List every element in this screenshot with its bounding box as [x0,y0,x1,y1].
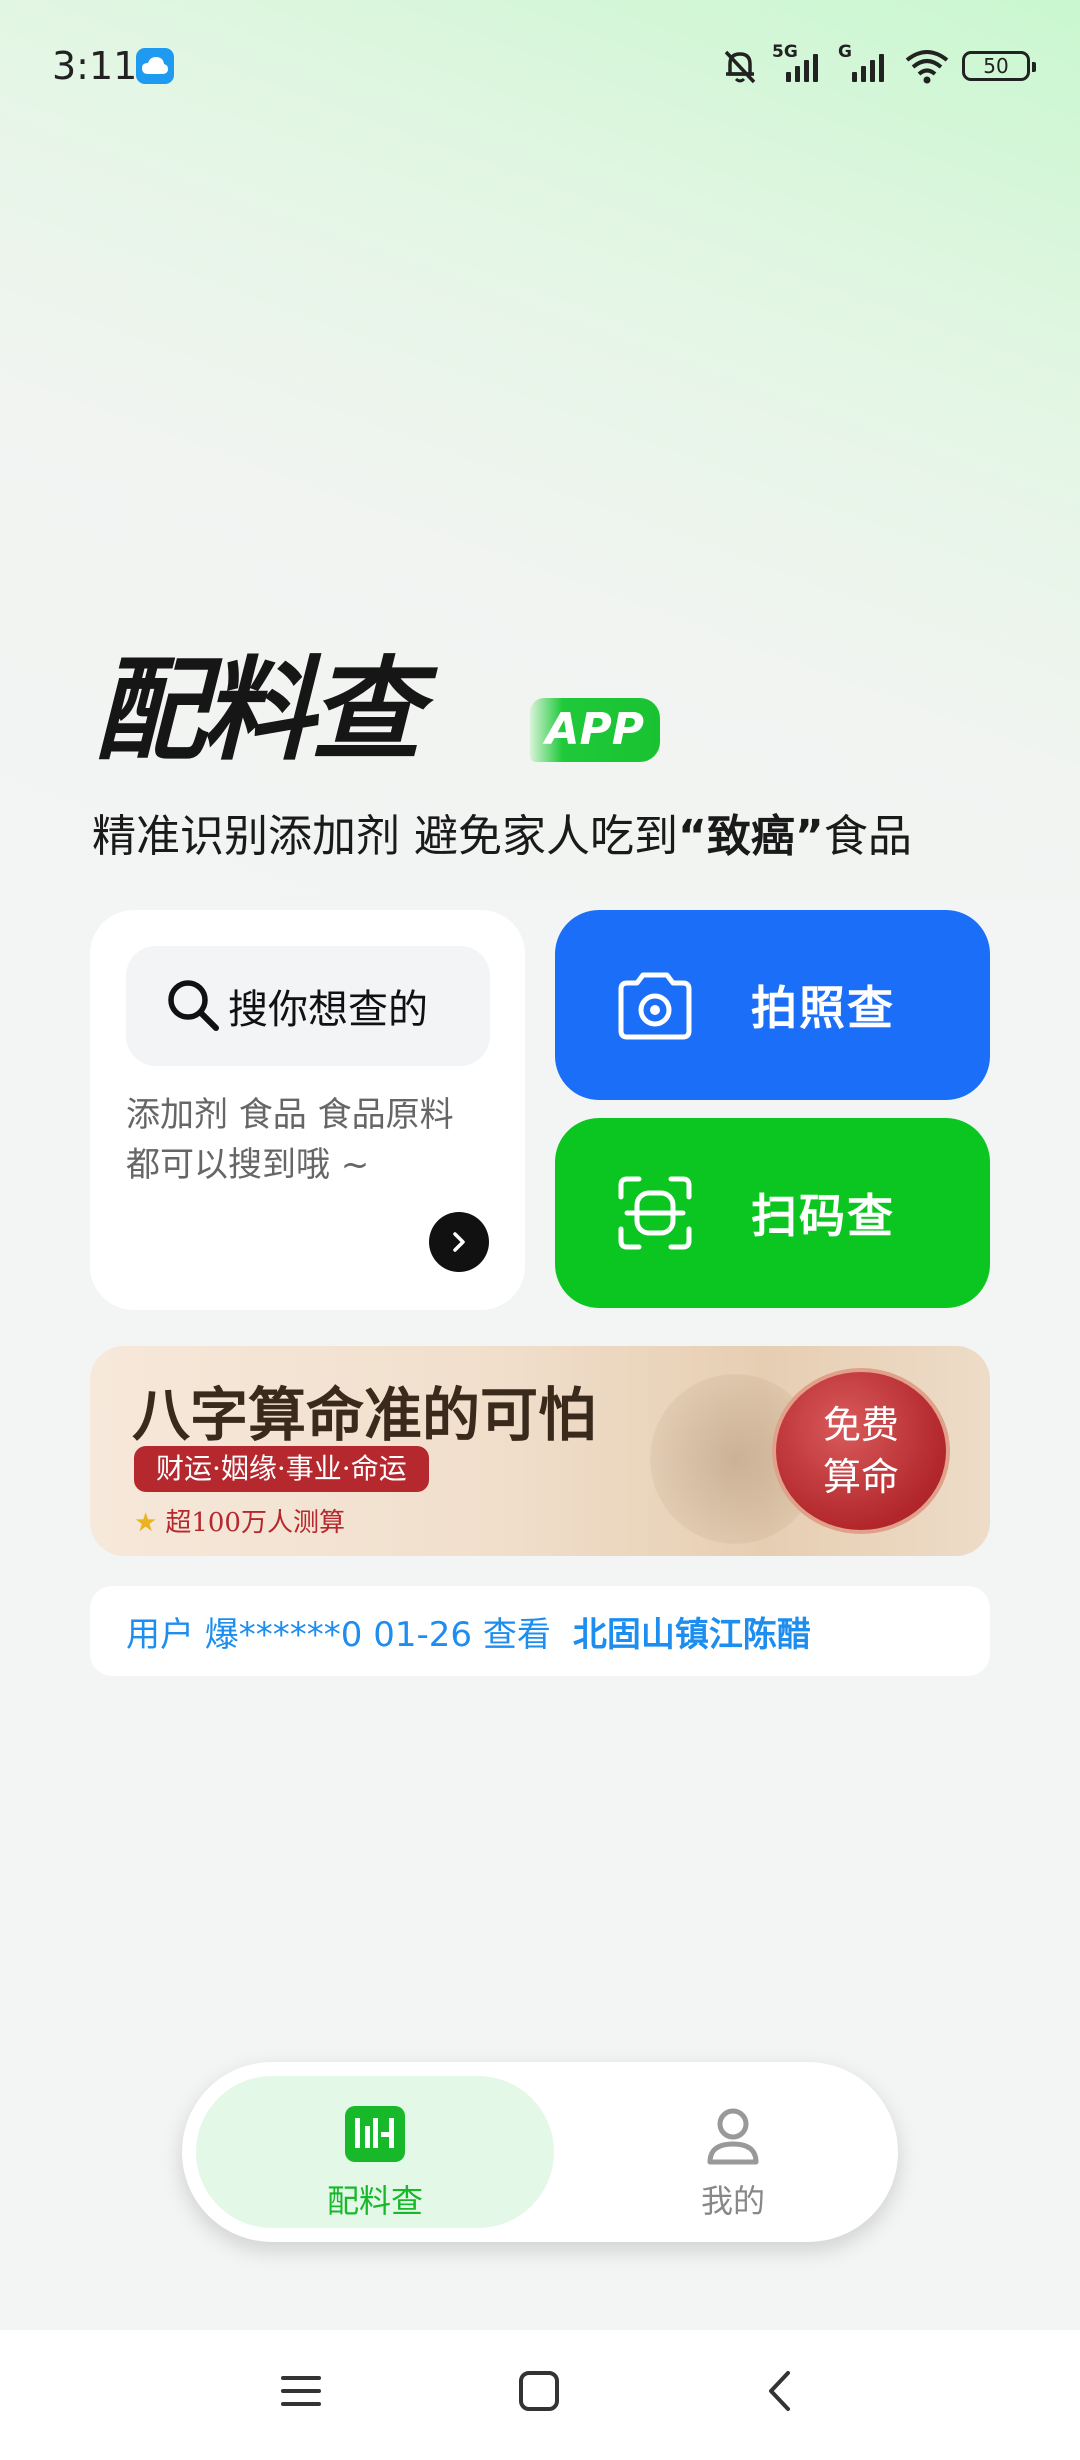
tab-home-label: 配料查 [326,2182,423,2220]
tab-home[interactable]: 配料查 [196,2076,554,2228]
signal-icon-2: G [838,42,892,86]
scan-search-button[interactable]: 扫码查 [555,1118,990,1308]
ingredient-home-icon [345,2106,405,2162]
chevron-right-icon [453,1232,465,1252]
tab-mine[interactable]: 我的 [554,2076,912,2228]
cloud-app-icon [136,48,174,84]
search-go-button[interactable] [429,1212,489,1272]
notice-product[interactable]: 北固山镇江陈醋 [573,1607,811,1656]
back-icon[interactable] [760,2370,802,2412]
tab-mine-label: 我的 [700,2182,765,2220]
photo-search-button[interactable]: 拍照查 [555,910,990,1100]
search-input[interactable]: 搜你想查的 [126,946,490,1066]
search-placeholder: 搜你想查的 [228,987,428,1033]
app-badge: APP [530,698,660,762]
status-bar: 3:11 5G G 50 [0,0,1080,130]
app-logo: 配料查 APP [94,646,660,776]
user-icon [707,2108,759,2165]
search-description: 添加剂 食品 食品原料 都可以搜到哦 ~ [126,1095,454,1185]
banner-tags: 财运·姻缘·事业·命运 [134,1446,429,1492]
app-name: 配料查 [94,646,422,776]
bottom-tab-bar: 配料查 我的 [182,2062,898,2242]
notice-text: 用户 爆******0 01-26 查看 [126,1614,551,1655]
menu-icon[interactable] [280,2370,322,2412]
tagline: 精准识别添加剂 避免家人吃到“致癌”食品 [92,811,912,862]
recent-query-notice[interactable]: 用户 爆******0 01-26 查看 北固山镇江陈醋 [90,1586,990,1676]
system-navigation-bar [0,2330,1080,2460]
camera-icon [618,972,692,1040]
scan-search-label: 扫码查 [751,1189,895,1243]
wifi-icon [905,50,949,84]
signal-icon: 5G [772,42,826,86]
fortune-ad-banner[interactable]: 八字算命准的可怕 财运·姻缘·事业·命运 ★ 超100万人测算 免费 算命 [90,1346,990,1556]
search-card[interactable]: 搜你想查的 添加剂 食品 食品原料 都可以搜到哦 ~ [90,910,525,1310]
battery-icon: 50 [962,51,1036,81]
home-icon[interactable] [518,2370,560,2412]
status-icons: 5G G 50 [720,42,1036,88]
free-fortune-button[interactable]: 免费 算命 [772,1368,950,1534]
banner-title: 八字算命准的可怕 [132,1381,597,1449]
photo-search-label: 拍照查 [751,981,895,1035]
star-icon: ★ [134,1508,158,1538]
status-time: 3:11 [52,44,138,88]
mute-bell-icon [724,50,756,84]
banner-count: ★ 超100万人测算 [134,1508,345,1538]
scan-code-icon [618,1176,692,1250]
search-icon [168,980,219,1031]
